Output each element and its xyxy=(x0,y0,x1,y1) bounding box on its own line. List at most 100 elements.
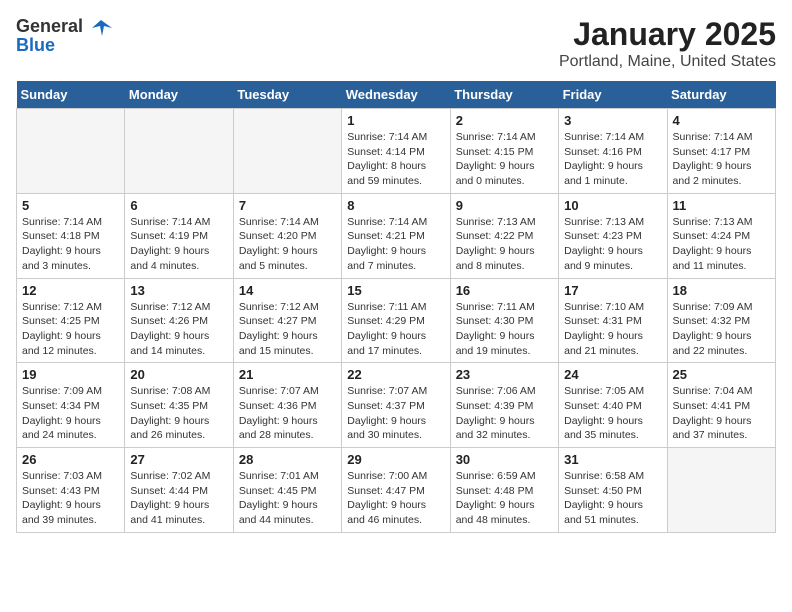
title-block: January 2025 Portland, Maine, United Sta… xyxy=(559,16,776,71)
calendar-cell: 1Sunrise: 7:14 AM Sunset: 4:14 PM Daylig… xyxy=(342,109,450,194)
calendar-cell: 13 Sunrise: 7:12 AM Sunset: 4:26 PM Dayli… xyxy=(125,278,233,363)
calendar-header: SundayMondayTuesdayWednesdayThursdayFrid… xyxy=(17,81,776,109)
day-number: 2 xyxy=(456,113,553,128)
day-info: Sunrise: 7:11 AM Sunset: 4:29 PM Dayligh… xyxy=(347,300,444,359)
calendar-cell: 9 Sunrise: 7:13 AM Sunset: 4:22 PM Daylig… xyxy=(450,193,558,278)
day-number: 3 xyxy=(564,113,661,128)
day-info: Sunrise: 7:07 AM Sunset: 4:37 PM Dayligh… xyxy=(347,384,444,443)
calendar-cell: 4 Sunrise: 7:14 AM Sunset: 4:17 PM Daylig… xyxy=(667,109,775,194)
day-number: 11 xyxy=(673,198,770,213)
calendar-body: 1Sunrise: 7:14 AM Sunset: 4:14 PM Daylig… xyxy=(17,109,776,533)
day-info: Sunrise: 7:14 AM Sunset: 4:15 PM Dayligh… xyxy=(456,130,553,189)
day-info: Sunrise: 7:04 AM Sunset: 4:41 PM Dayligh… xyxy=(673,384,770,443)
weekday-header-tuesday: Tuesday xyxy=(233,81,341,109)
calendar-cell: 28 Sunrise: 7:01 AM Sunset: 4:45 PM Dayli… xyxy=(233,448,341,533)
day-number: 14 xyxy=(239,283,336,298)
day-number: 6 xyxy=(130,198,227,213)
logo-bird-icon xyxy=(90,18,112,36)
weekday-header-thursday: Thursday xyxy=(450,81,558,109)
calendar-cell: 22Sunrise: 7:07 AM Sunset: 4:37 PM Dayli… xyxy=(342,363,450,448)
calendar-cell: 19 Sunrise: 7:09 AM Sunset: 4:34 PM Dayli… xyxy=(17,363,125,448)
calendar-cell: 6Sunrise: 7:14 AM Sunset: 4:19 PM Daylig… xyxy=(125,193,233,278)
day-number: 19 xyxy=(22,367,119,382)
day-number: 17 xyxy=(564,283,661,298)
calendar-cell: 31 Sunrise: 6:58 AM Sunset: 4:50 PM Dayli… xyxy=(559,448,667,533)
day-info: Sunrise: 7:12 AM Sunset: 4:27 PM Dayligh… xyxy=(239,300,336,359)
day-number: 23 xyxy=(456,367,553,382)
logo-blue: Blue xyxy=(16,35,112,56)
calendar-cell: 30Sunrise: 6:59 AM Sunset: 4:48 PM Dayli… xyxy=(450,448,558,533)
day-info: Sunrise: 7:01 AM Sunset: 4:45 PM Dayligh… xyxy=(239,469,336,528)
day-info: Sunrise: 7:10 AM Sunset: 4:31 PM Dayligh… xyxy=(564,300,661,359)
day-info: Sunrise: 7:14 AM Sunset: 4:14 PM Dayligh… xyxy=(347,130,444,189)
day-info: Sunrise: 7:07 AM Sunset: 4:36 PM Dayligh… xyxy=(239,384,336,443)
day-info: Sunrise: 7:03 AM Sunset: 4:43 PM Dayligh… xyxy=(22,469,119,528)
day-number: 24 xyxy=(564,367,661,382)
calendar-cell: 15 Sunrise: 7:11 AM Sunset: 4:29 PM Dayli… xyxy=(342,278,450,363)
weekday-header-friday: Friday xyxy=(559,81,667,109)
day-info: Sunrise: 7:09 AM Sunset: 4:32 PM Dayligh… xyxy=(673,300,770,359)
day-number: 20 xyxy=(130,367,227,382)
logo-general: General xyxy=(16,16,83,36)
calendar-cell: 16 Sunrise: 7:11 AM Sunset: 4:30 PM Dayli… xyxy=(450,278,558,363)
day-number: 9 xyxy=(456,198,553,213)
day-number: 13 xyxy=(130,283,227,298)
day-info: Sunrise: 6:58 AM Sunset: 4:50 PM Dayligh… xyxy=(564,469,661,528)
calendar-cell xyxy=(233,109,341,194)
day-info: Sunrise: 7:12 AM Sunset: 4:26 PM Dayligh… xyxy=(130,300,227,359)
calendar-cell: 18 Sunrise: 7:09 AM Sunset: 4:32 PM Dayli… xyxy=(667,278,775,363)
day-number: 12 xyxy=(22,283,119,298)
day-info: Sunrise: 7:14 AM Sunset: 4:18 PM Dayligh… xyxy=(22,215,119,274)
day-number: 30 xyxy=(456,452,553,467)
calendar-cell: 5 Sunrise: 7:14 AM Sunset: 4:18 PM Daylig… xyxy=(17,193,125,278)
day-info: Sunrise: 7:14 AM Sunset: 4:17 PM Dayligh… xyxy=(673,130,770,189)
calendar-cell: 7Sunrise: 7:14 AM Sunset: 4:20 PM Daylig… xyxy=(233,193,341,278)
day-info: Sunrise: 7:09 AM Sunset: 4:34 PM Dayligh… xyxy=(22,384,119,443)
day-number: 8 xyxy=(347,198,444,213)
calendar-cell xyxy=(667,448,775,533)
logo: General Blue xyxy=(16,16,112,56)
day-number: 18 xyxy=(673,283,770,298)
day-number: 27 xyxy=(130,452,227,467)
calendar-cell: 17 Sunrise: 7:10 AM Sunset: 4:31 PM Dayli… xyxy=(559,278,667,363)
day-number: 21 xyxy=(239,367,336,382)
day-info: Sunrise: 7:13 AM Sunset: 4:22 PM Dayligh… xyxy=(456,215,553,274)
calendar-cell: 8 Sunrise: 7:14 AM Sunset: 4:21 PM Daylig… xyxy=(342,193,450,278)
calendar-cell: 24 Sunrise: 7:05 AM Sunset: 4:40 PM Dayli… xyxy=(559,363,667,448)
day-info: Sunrise: 7:00 AM Sunset: 4:47 PM Dayligh… xyxy=(347,469,444,528)
day-number: 26 xyxy=(22,452,119,467)
day-info: Sunrise: 7:05 AM Sunset: 4:40 PM Dayligh… xyxy=(564,384,661,443)
day-number: 15 xyxy=(347,283,444,298)
day-number: 31 xyxy=(564,452,661,467)
calendar-cell: 14 Sunrise: 7:12 AM Sunset: 4:27 PM Dayli… xyxy=(233,278,341,363)
day-info: Sunrise: 7:13 AM Sunset: 4:23 PM Dayligh… xyxy=(564,215,661,274)
calendar-cell: 20Sunrise: 7:08 AM Sunset: 4:35 PM Dayli… xyxy=(125,363,233,448)
calendar-cell: 10Sunrise: 7:13 AM Sunset: 4:23 PM Dayli… xyxy=(559,193,667,278)
weekday-header-sunday: Sunday xyxy=(17,81,125,109)
calendar-cell: 2 Sunrise: 7:14 AM Sunset: 4:15 PM Daylig… xyxy=(450,109,558,194)
calendar-cell: 25 Sunrise: 7:04 AM Sunset: 4:41 PM Dayli… xyxy=(667,363,775,448)
day-number: 4 xyxy=(673,113,770,128)
calendar-cell: 23 Sunrise: 7:06 AM Sunset: 4:39 PM Dayli… xyxy=(450,363,558,448)
day-info: Sunrise: 7:02 AM Sunset: 4:44 PM Dayligh… xyxy=(130,469,227,528)
day-number: 29 xyxy=(347,452,444,467)
day-number: 16 xyxy=(456,283,553,298)
calendar-cell: 3 Sunrise: 7:14 AM Sunset: 4:16 PM Daylig… xyxy=(559,109,667,194)
calendar-cell: 29 Sunrise: 7:00 AM Sunset: 4:47 PM Dayli… xyxy=(342,448,450,533)
week-row-5: 26 Sunrise: 7:03 AM Sunset: 4:43 PM Dayli… xyxy=(17,448,776,533)
day-info: Sunrise: 7:14 AM Sunset: 4:16 PM Dayligh… xyxy=(564,130,661,189)
calendar-title: January 2025 xyxy=(559,16,776,53)
page-header: General Blue January 2025 Portland, Main… xyxy=(16,16,776,71)
day-info: Sunrise: 7:14 AM Sunset: 4:21 PM Dayligh… xyxy=(347,215,444,274)
day-number: 28 xyxy=(239,452,336,467)
day-info: Sunrise: 7:11 AM Sunset: 4:30 PM Dayligh… xyxy=(456,300,553,359)
calendar-cell xyxy=(125,109,233,194)
day-info: Sunrise: 7:06 AM Sunset: 4:39 PM Dayligh… xyxy=(456,384,553,443)
calendar-cell: 27 Sunrise: 7:02 AM Sunset: 4:44 PM Dayli… xyxy=(125,448,233,533)
day-info: Sunrise: 7:12 AM Sunset: 4:25 PM Dayligh… xyxy=(22,300,119,359)
week-row-3: 12 Sunrise: 7:12 AM Sunset: 4:25 PM Dayli… xyxy=(17,278,776,363)
day-number: 25 xyxy=(673,367,770,382)
calendar-cell: 11Sunrise: 7:13 AM Sunset: 4:24 PM Dayli… xyxy=(667,193,775,278)
week-row-2: 5 Sunrise: 7:14 AM Sunset: 4:18 PM Daylig… xyxy=(17,193,776,278)
day-number: 5 xyxy=(22,198,119,213)
